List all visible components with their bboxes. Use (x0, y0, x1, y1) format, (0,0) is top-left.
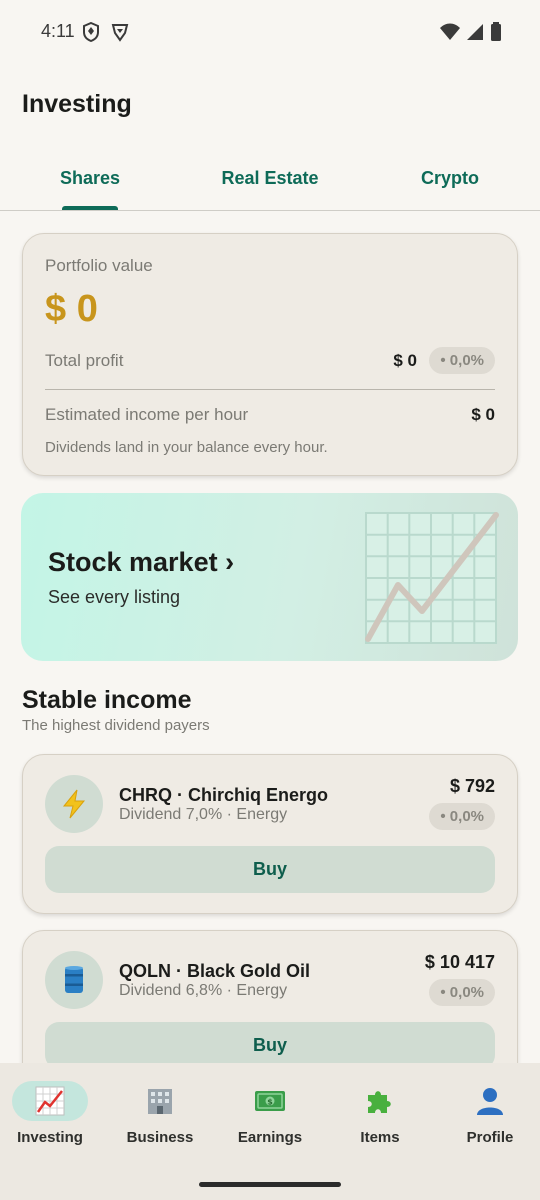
stock-change-badge: • 0,0% (429, 979, 495, 1006)
stock-market-banner[interactable]: Stock market › See every listing (21, 493, 518, 661)
total-profit-value: $ 0 (393, 351, 417, 370)
nav-item-earnings[interactable]: $ Earnings (215, 1081, 325, 1146)
tab-bar: Shares Real Estate Crypto (0, 150, 540, 211)
status-bar: 4:11 (0, 0, 540, 64)
portfolio-value: $ 0 (45, 288, 98, 330)
stock-market-subtitle: See every listing (48, 587, 181, 607)
portfolio-card: Portfolio value $ 0 Total profit $ 0 • 0… (22, 233, 518, 476)
section-subtitle: The highest dividend payers (22, 717, 210, 734)
bottom-navigation: Investing Business $ Earnings Items Prof… (0, 1063, 540, 1200)
tab-real-estate[interactable]: Real Estate (221, 168, 318, 189)
nav-label: Investing (17, 1129, 83, 1146)
nav-label: Business (126, 1129, 194, 1146)
lightning-icon (45, 775, 103, 833)
status-time: 4:11 (41, 21, 75, 41)
section-title: Stable income (22, 686, 192, 714)
buy-button[interactable]: Buy (45, 1022, 495, 1069)
office-building-icon (122, 1081, 198, 1121)
home-indicator[interactable] (199, 1182, 341, 1187)
stock-dividend-info: Dividend 7,0% · Energy (119, 806, 288, 823)
income-row: Estimated income per hour $ 0 (45, 405, 495, 425)
total-profit-label: Total profit (45, 351, 124, 370)
income-per-hour-value: $ 0 (471, 405, 495, 424)
battery-icon (490, 22, 502, 47)
stock-dividend-info: Dividend 6,8% · Energy (119, 982, 288, 999)
tab-crypto[interactable]: Crypto (421, 168, 479, 189)
chart-up-icon (12, 1081, 88, 1121)
page-title: Investing (22, 90, 132, 118)
stock-name: CHRQ · Chirchiq Energo (119, 785, 329, 805)
nav-label: Earnings (237, 1129, 303, 1146)
stock-price: $ 10 417 (424, 952, 495, 972)
stock-change-badge: • 0,0% (429, 803, 495, 830)
active-tab-indicator (62, 206, 118, 210)
stock-price: $ 792 (449, 776, 495, 796)
money-icon: $ (232, 1081, 308, 1121)
dividends-note: Dividends land in your balance every hou… (45, 439, 328, 456)
total-profit-row: Total profit $ 0 • 0,0% (45, 347, 495, 374)
total-profit-change-badge: • 0,0% (429, 347, 495, 374)
wifi-icon (440, 23, 460, 46)
divider (45, 389, 495, 390)
nav-item-items[interactable]: Items (325, 1081, 435, 1146)
nav-label: Profile (466, 1129, 514, 1146)
person-icon (452, 1081, 528, 1121)
chart-grid-illustration (365, 512, 499, 644)
nav-item-investing[interactable]: Investing (0, 1081, 105, 1146)
oil-barrel-icon (45, 951, 103, 1009)
signal-icon (466, 23, 484, 46)
stock-market-title: Stock market › (48, 547, 235, 577)
shield-icon (82, 21, 100, 47)
tab-shares[interactable]: Shares (60, 168, 120, 189)
buy-button[interactable]: Buy (45, 846, 495, 893)
income-per-hour-label: Estimated income per hour (45, 405, 249, 424)
brave-lion-icon (110, 22, 130, 47)
stock-name: QOLN · Black Gold Oil (119, 961, 311, 981)
svg-text:$: $ (267, 1098, 273, 1107)
portfolio-value-label: Portfolio value (45, 256, 153, 275)
nav-item-profile[interactable]: Profile (435, 1081, 540, 1146)
puzzle-icon (342, 1081, 418, 1121)
nav-item-business[interactable]: Business (105, 1081, 215, 1146)
nav-label: Items (360, 1129, 400, 1146)
stock-card[interactable]: CHRQ · Chirchiq Energo Dividend 7,0% · E… (22, 754, 518, 914)
